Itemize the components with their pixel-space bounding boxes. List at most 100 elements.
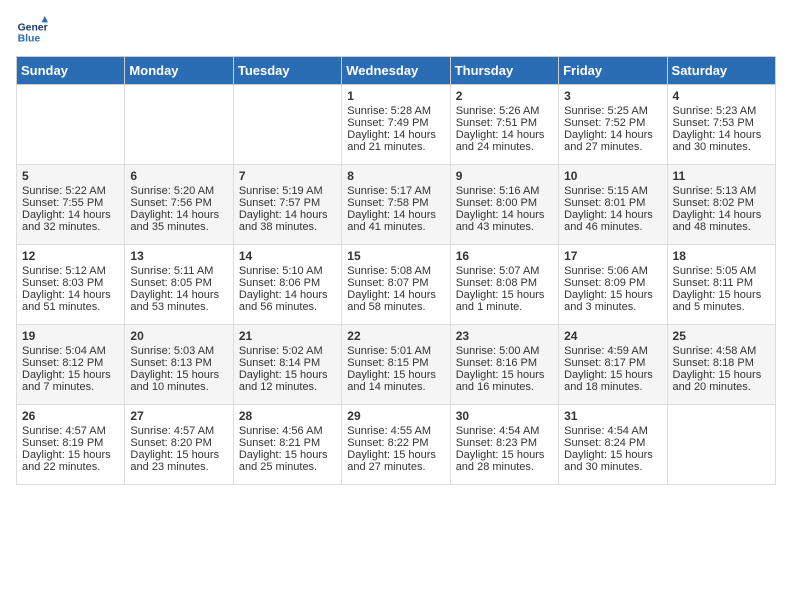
cell-text: and 48 minutes. [673,221,770,233]
cell-text: Sunset: 8:15 PM [347,357,444,369]
day-number: 11 [673,169,770,183]
page-header: General Blue [16,16,776,48]
calendar-cell: 23Sunrise: 5:00 AMSunset: 8:16 PMDayligh… [450,325,558,405]
cell-text: Daylight: 15 hours [130,449,227,461]
cell-text: Sunset: 7:58 PM [347,197,444,209]
calendar-cell: 31Sunrise: 4:54 AMSunset: 8:24 PMDayligh… [559,405,667,485]
calendar-cell: 10Sunrise: 5:15 AMSunset: 8:01 PMDayligh… [559,165,667,245]
cell-text: Daylight: 14 hours [22,289,119,301]
cell-text: Sunrise: 5:23 AM [673,105,770,117]
cell-text: and 20 minutes. [673,381,770,393]
cell-text: and 3 minutes. [564,301,661,313]
day-number: 8 [347,169,444,183]
cell-text: Daylight: 15 hours [564,369,661,381]
cell-text: and 27 minutes. [347,461,444,473]
day-number: 18 [673,249,770,263]
cell-text: and 30 minutes. [564,461,661,473]
day-number: 30 [456,409,553,423]
calendar-cell: 2Sunrise: 5:26 AMSunset: 7:51 PMDaylight… [450,85,558,165]
day-number: 15 [347,249,444,263]
calendar-cell: 6Sunrise: 5:20 AMSunset: 7:56 PMDaylight… [125,165,233,245]
cell-text: Daylight: 14 hours [239,209,336,221]
calendar-cell: 14Sunrise: 5:10 AMSunset: 8:06 PMDayligh… [233,245,341,325]
cell-text: Daylight: 15 hours [130,369,227,381]
cell-text: Sunset: 7:53 PM [673,117,770,129]
cell-text: and 41 minutes. [347,221,444,233]
calendar-week-row: 5Sunrise: 5:22 AMSunset: 7:55 PMDaylight… [17,165,776,245]
calendar-cell: 25Sunrise: 4:58 AMSunset: 8:18 PMDayligh… [667,325,775,405]
cell-text: and 21 minutes. [347,141,444,153]
cell-text: Sunrise: 5:22 AM [22,185,119,197]
cell-text: Sunset: 8:22 PM [347,437,444,449]
cell-text: Sunrise: 4:57 AM [130,425,227,437]
cell-text: and 7 minutes. [22,381,119,393]
svg-text:General: General [18,22,48,33]
cell-text: and 38 minutes. [239,221,336,233]
calendar-cell: 11Sunrise: 5:13 AMSunset: 8:02 PMDayligh… [667,165,775,245]
cell-text: Daylight: 15 hours [22,369,119,381]
calendar-cell: 19Sunrise: 5:04 AMSunset: 8:12 PMDayligh… [17,325,125,405]
calendar-cell: 21Sunrise: 5:02 AMSunset: 8:14 PMDayligh… [233,325,341,405]
cell-text: Sunset: 8:03 PM [22,277,119,289]
cell-text: Daylight: 14 hours [673,209,770,221]
cell-text: Sunset: 8:20 PM [130,437,227,449]
calendar-cell: 17Sunrise: 5:06 AMSunset: 8:09 PMDayligh… [559,245,667,325]
cell-text: Sunrise: 4:56 AM [239,425,336,437]
cell-text: Sunrise: 4:54 AM [564,425,661,437]
calendar-cell: 13Sunrise: 5:11 AMSunset: 8:05 PMDayligh… [125,245,233,325]
cell-text: Sunset: 7:51 PM [456,117,553,129]
day-number: 28 [239,409,336,423]
cell-text: Daylight: 14 hours [564,209,661,221]
day-number: 22 [347,329,444,343]
cell-text: and 25 minutes. [239,461,336,473]
cell-text: Daylight: 14 hours [22,209,119,221]
day-number: 17 [564,249,661,263]
cell-text: Sunset: 8:23 PM [456,437,553,449]
cell-text: Sunrise: 5:25 AM [564,105,661,117]
cell-text: Sunset: 8:05 PM [130,277,227,289]
cell-text: Sunrise: 5:17 AM [347,185,444,197]
calendar-cell: 26Sunrise: 4:57 AMSunset: 8:19 PMDayligh… [17,405,125,485]
cell-text: Daylight: 14 hours [347,209,444,221]
cell-text: Daylight: 14 hours [673,129,770,141]
cell-text: Daylight: 15 hours [564,289,661,301]
day-number: 9 [456,169,553,183]
logo-icon: General Blue [16,16,48,48]
cell-text: Sunrise: 5:15 AM [564,185,661,197]
cell-text: Daylight: 15 hours [673,369,770,381]
cell-text: Daylight: 15 hours [564,449,661,461]
cell-text: Sunrise: 5:20 AM [130,185,227,197]
cell-text: Daylight: 14 hours [130,209,227,221]
calendar-cell [667,405,775,485]
calendar-table: SundayMondayTuesdayWednesdayThursdayFrid… [16,56,776,485]
calendar-cell: 8 Sunrise: 5:17 AMSunset: 7:58 PMDaylight… [342,165,450,245]
cell-text: Sunset: 8:16 PM [456,357,553,369]
cell-text: Sunset: 8:21 PM [239,437,336,449]
day-number: 4 [673,89,770,103]
cell-text: Daylight: 14 hours [130,289,227,301]
calendar-cell: 12Sunrise: 5:12 AMSunset: 8:03 PMDayligh… [17,245,125,325]
cell-text: and 14 minutes. [347,381,444,393]
calendar-header-row: SundayMondayTuesdayWednesdayThursdayFrid… [17,57,776,85]
cell-text: Sunrise: 5:19 AM [239,185,336,197]
cell-text: Sunset: 8:08 PM [456,277,553,289]
cell-text: Sunrise: 4:57 AM [22,425,119,437]
cell-text: and 58 minutes. [347,301,444,313]
cell-text: Daylight: 15 hours [239,449,336,461]
day-number: 10 [564,169,661,183]
header-sunday: Sunday [17,57,125,85]
cell-text: Daylight: 14 hours [564,129,661,141]
cell-text: and 10 minutes. [130,381,227,393]
day-number: 31 [564,409,661,423]
cell-text: Sunrise: 5:12 AM [22,265,119,277]
cell-text: Sunrise: 5:04 AM [22,345,119,357]
cell-text: Sunrise: 5:03 AM [130,345,227,357]
cell-text: Daylight: 15 hours [456,369,553,381]
calendar-cell [17,85,125,165]
header-tuesday: Tuesday [233,57,341,85]
header-monday: Monday [125,57,233,85]
day-number: 27 [130,409,227,423]
cell-text: Sunset: 8:00 PM [456,197,553,209]
cell-text: and 5 minutes. [673,301,770,313]
day-number: 5 [22,169,119,183]
